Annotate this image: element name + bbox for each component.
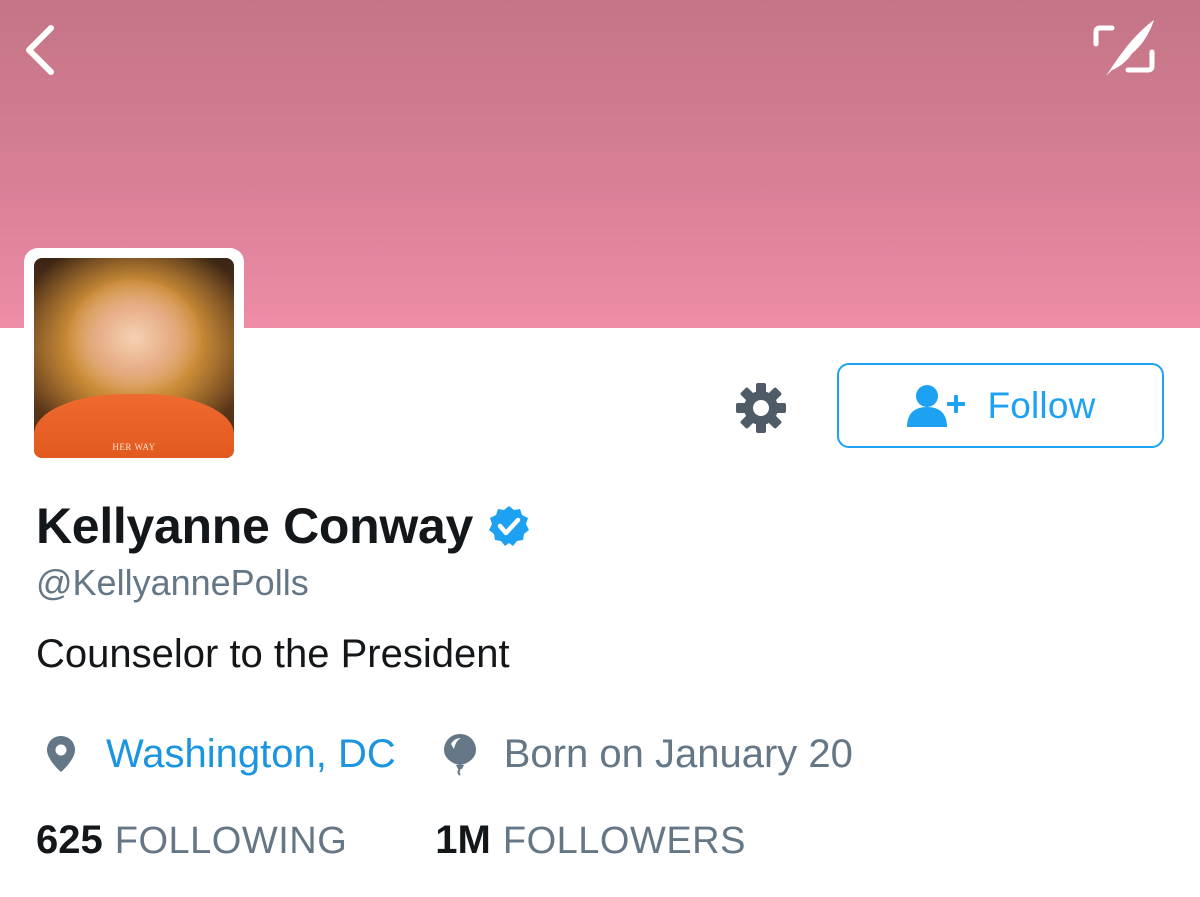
profile-handle: @KellyannePolls [36,562,309,603]
following-count: 625 [36,818,103,862]
profile-meta: Washington, DC Born on January 20 [44,726,853,782]
avatar-caption: HER WAY [112,442,156,452]
profile-stats: 625 FOLLOWING 1M FOLLOWERS [36,818,746,868]
followers-count: 1M [435,818,491,862]
profile-location[interactable]: Washington, DC [106,732,396,777]
avatar-frame: HER WAY [24,248,244,468]
settings-button[interactable] [731,380,791,436]
profile-name-row: Kellyanne Conway [36,496,531,556]
follow-button[interactable]: Follow [837,363,1164,448]
chevron-left-icon [26,25,54,75]
following-label: FOLLOWING [114,820,348,862]
following-stat[interactable]: 625 FOLLOWING [36,818,347,863]
followers-stat[interactable]: 1M FOLLOWERS [435,818,746,863]
gear-icon [736,383,786,433]
followers-label: FOLLOWERS [502,820,746,862]
verified-badge-icon [489,506,529,546]
avatar[interactable]: HER WAY [34,258,234,458]
location-pin-icon [47,736,75,772]
follow-button-label: Follow [987,384,1096,426]
back-button[interactable] [18,22,62,78]
compose-expand-icon [1093,20,1155,76]
profile-birthday: Born on January 20 [503,731,853,776]
balloon-icon [443,734,476,776]
profile-bio: Counselor to the President [36,632,510,676]
add-user-icon [907,384,966,427]
profile-name: Kellyanne Conway [36,498,473,554]
compose-expand-button[interactable] [1088,14,1160,82]
